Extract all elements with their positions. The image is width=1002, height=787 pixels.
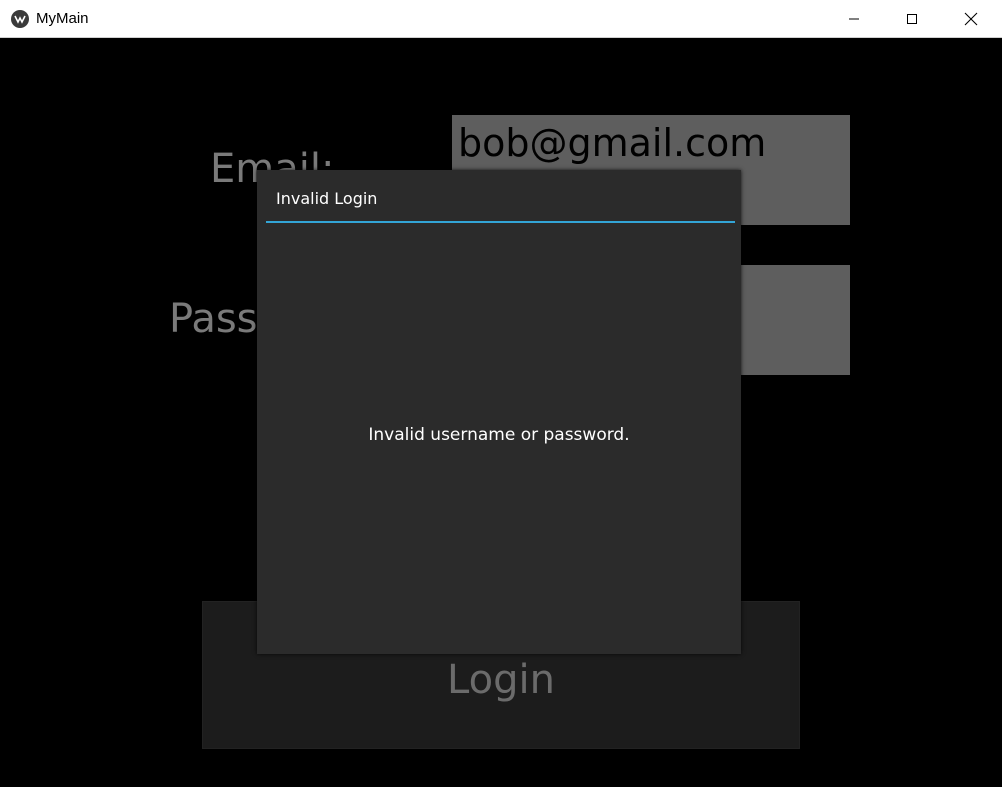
- popup-title-separator: [266, 221, 735, 223]
- app-window: MyMain Email: bob@gmail.com Password:: [0, 0, 1002, 787]
- email-value: bob@gmail.com: [458, 121, 767, 165]
- title-bar[interactable]: MyMain: [0, 0, 1002, 38]
- minimize-icon: [849, 18, 859, 20]
- app-logo-icon: [11, 10, 29, 28]
- maximize-icon: [907, 14, 917, 24]
- close-icon: [964, 12, 978, 26]
- invalid-login-popup[interactable]: Invalid Login Invalid username or passwo…: [257, 170, 741, 654]
- maximize-button[interactable]: [889, 0, 935, 38]
- minimize-button[interactable]: [831, 0, 877, 38]
- login-button-label: Login: [447, 657, 555, 703]
- popup-message: Invalid username or password.: [368, 425, 630, 445]
- popup-title: Invalid Login: [276, 189, 378, 208]
- close-button[interactable]: [948, 0, 994, 38]
- window-title: MyMain: [36, 10, 89, 27]
